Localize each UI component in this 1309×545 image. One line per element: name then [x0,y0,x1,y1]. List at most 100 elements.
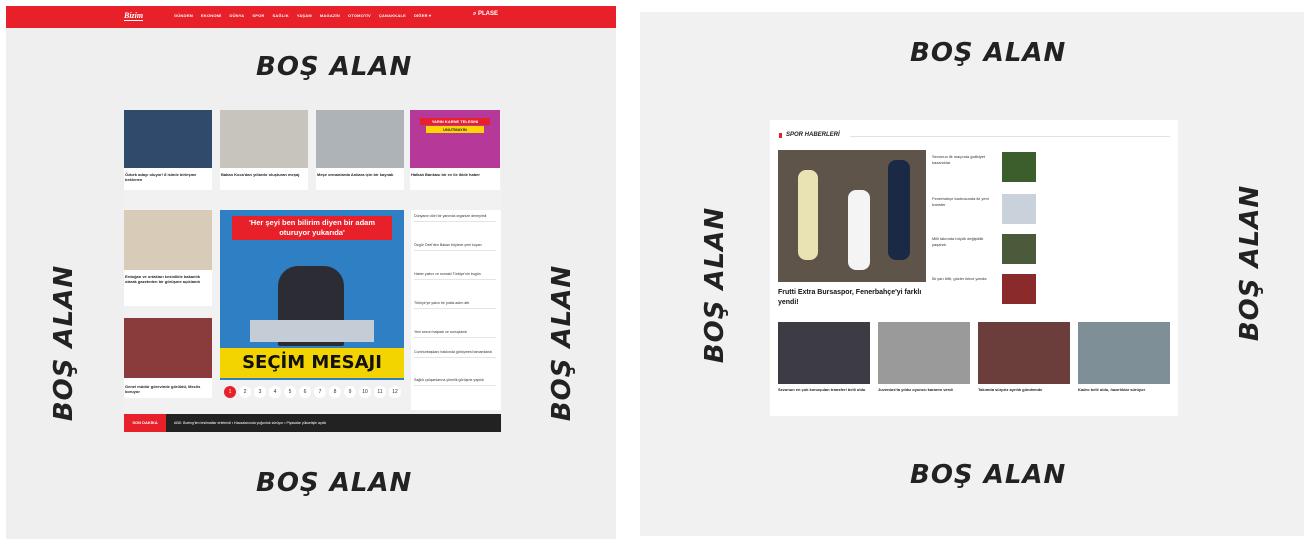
empty-area-label-right: BOŞ ALAN [1235,184,1266,342]
news-content-area: Özbek adayı oluyor! 8 isimle birleşme be… [124,110,501,432]
promo-text-line1: YARIN KARNE TELESINI [420,118,490,125]
side-news-thumbnail [1002,152,1036,182]
main-story-headline: 'Her şeyi ben bilirim diyen bir adam otu… [232,216,392,240]
bottom-news-thumbnail [1078,322,1170,384]
news-caption: Özbek adayı oluyor! 8 isimle birleşme be… [125,172,197,182]
news-card[interactable]: Erdoğan ve ortakları kesinlikle bakanlık… [124,210,212,306]
page-button[interactable]: 6 [299,386,311,398]
bottom-news-item[interactable]: Kadro belli oldu, hazırlıklar sürüyor [1078,322,1170,393]
list-item[interactable]: Haber yalnız ve sonraki Türkiye'nin bugü… [414,272,496,280]
side-news-item[interactable]: Sezonun ilk maçında galibiyet kazandılar [932,152,1172,186]
player-figure [798,170,818,260]
page-button[interactable]: 3 [254,386,266,398]
bottom-news-item[interactable]: Juventus'ta yıldız oyuncu kararını verdi [878,322,970,393]
top-navigation-bar: Bizim GÜNDEM EKONOMİ DÜNYA SPOR SAĞLIK Y… [6,6,616,28]
page-button[interactable]: 11 [374,386,386,398]
news-thumbnail [124,110,212,168]
nav-item[interactable]: MAGAZİN [320,13,340,18]
list-item[interactable]: Özgür Özel'den Bakan böylece yeni koyan [414,243,496,251]
nav-item[interactable]: YAŞAM [297,13,312,18]
search-button[interactable]: ⌕ PLASE [473,11,498,18]
page-button[interactable]: 7 [314,386,326,398]
side-news-thumbnail [1002,194,1036,224]
main-story-banner: SEÇİM MESAJI [220,348,404,378]
sports-news-box: SPOR HABERLERİ Frutti Extra Bursaspor, F… [770,120,1178,416]
bottom-news-title: Takımda sürpriz ayrılık gündemde [978,387,1043,392]
page-button[interactable]: 8 [329,386,341,398]
news-card[interactable]: Özbek adayı oluyor! 8 isimle birleşme be… [124,110,212,190]
page-button[interactable]: 10 [359,386,371,398]
news-thumbnail [124,210,212,270]
news-caption: Erdoğan ve ortakları kesinlikle bakanlık… [125,274,200,284]
headline-list: Dünyanın dört bir yanında organize deney… [411,210,501,410]
news-card[interactable]: Genel müdür görevinde görüldü, Meclis ko… [124,318,212,398]
empty-area-label-right: BOŞ ALAN [547,264,578,422]
side-news-item[interactable]: İlk yarı bitti, gözler ikinci yarıda [932,274,1172,308]
list-item[interactable]: Sağlık çalışanlarına yönelik görüşme yap… [414,378,496,386]
list-item[interactable]: Türkiye'ye yakın bir yolda adım attı [414,301,496,309]
side-news-item[interactable]: Milli takımda büyük değişiklik yaşandı [932,234,1172,268]
player-figure [848,190,870,270]
page-button[interactable]: 2 [239,386,251,398]
nav-item[interactable]: OTOMOTİV [348,13,371,18]
empty-area-label-left: BOŞ ALAN [49,264,80,422]
nav-item[interactable]: DÜNYA [230,13,245,18]
site-logo[interactable]: Bizim [124,11,144,21]
podium [250,320,374,342]
news-thumbnail [124,318,212,378]
ticker-label: SON DAKİKA [124,414,166,432]
nav-item[interactable]: EKONOMİ [201,13,222,18]
main-story[interactable]: 'Her şeyi ben bilirim diyen bir adam otu… [220,210,404,380]
pagination: 1 2 3 4 5 6 7 8 9 10 11 12 [224,386,401,398]
nav-item[interactable]: DİĞER ▾ [414,13,431,18]
main-sport-headline[interactable]: Frutti Extra Bursaspor, Fenerbahçe'yi fa… [778,288,928,308]
promo-text-line2: UNUTMAYIN [426,126,484,133]
nav-item[interactable]: ÇANAKKALE [379,13,406,18]
bottom-news-thumbnail [878,322,970,384]
bottom-news-thumbnail [978,322,1070,384]
left-screenshot-panel: Bizim GÜNDEM EKONOMİ DÜNYA SPOR SAĞLIK Y… [6,6,616,539]
right-screenshot-panel: BOŞ ALAN BOŞ ALAN BOŞ ALAN BOŞ ALAN SPOR… [640,12,1304,536]
side-news-thumbnail [1002,274,1036,304]
bottom-news-item[interactable]: Takımda sürpriz ayrılık gündemde [978,322,1070,393]
news-caption: Bakan Koca'dan yıllardır oluşturan meşaj [221,172,300,177]
empty-area-label-top: BOŞ ALAN [910,38,1067,68]
side-news-item[interactable]: Fenerbahçe kadrosunda iki yeni transfer [932,194,1172,228]
empty-area-label-left: BOŞ ALAN [700,206,731,364]
news-caption: Genel müdür görevinde görüldü, Meclis ko… [125,384,201,394]
bottom-news-title: Sezonun en çok konuşulan transferi belli… [778,387,866,392]
page-button[interactable]: 4 [269,386,281,398]
empty-area-label-top: BOŞ ALAN [256,52,413,82]
list-item[interactable]: Dünyanın dört bir yanında organize deney… [414,214,496,222]
news-thumbnail [220,110,308,168]
empty-area-label-bottom: BOŞ ALAN [910,460,1067,490]
news-card[interactable]: Meşe ormanlarda Ankara için bir kaynak [316,110,404,190]
page-button[interactable]: 12 [389,386,401,398]
section-bullet [779,133,782,138]
news-card[interactable]: Bakan Koca'dan yıllardır oluşturan meşaj [220,110,308,190]
side-news-title: İlk yarı bitti, gözler ikinci yarıda [932,276,987,281]
section-divider [850,136,1170,137]
page-button-active[interactable]: 1 [224,386,236,398]
nav-item[interactable]: SPOR [252,13,264,18]
news-caption: Halkalı Bankası bir ev ile ikide haber [411,172,480,177]
empty-area-label-bottom: BOŞ ALAN [256,468,413,498]
nav-item[interactable]: SAĞLIK [273,13,289,18]
main-sport-image[interactable] [778,150,926,282]
breaking-news-ticker[interactable]: SON DAKİKA ABD: Boeing'ten teslimatlar e… [124,414,501,432]
bottom-news-title: Kadro belli oldu, hazırlıklar sürüyor [1078,387,1146,392]
bottom-news-title: Juventus'ta yıldız oyuncu kararını verdi [878,387,953,392]
side-news-title: Fenerbahçe kadrosunda iki yeni transfer [932,196,989,207]
promo-card[interactable]: YARIN KARNE TELESINI UNUTMAYIN Halkalı B… [410,110,500,190]
bottom-news-item[interactable]: Sezonun en çok konuşulan transferi belli… [778,322,870,393]
news-caption: Meşe ormanlarda Ankara için bir kaynak [317,172,394,177]
ticker-text: ABD: Boeing'ten teslimatlar ertelendi • … [174,421,327,425]
section-title: SPOR HABERLERİ [786,132,840,138]
nav-item[interactable]: GÜNDEM [174,13,193,18]
page-button[interactable]: 5 [284,386,296,398]
page-button[interactable]: 9 [344,386,356,398]
list-item[interactable]: Cumhurbaşkanı hakkında görüşmesi tamamla… [414,350,496,358]
side-news-title: Milli takımda büyük değişiklik yaşandı [932,236,984,247]
list-item[interactable]: Yeni sezon başladı ve sonuçlandı [414,330,496,338]
player-figure [888,160,910,260]
